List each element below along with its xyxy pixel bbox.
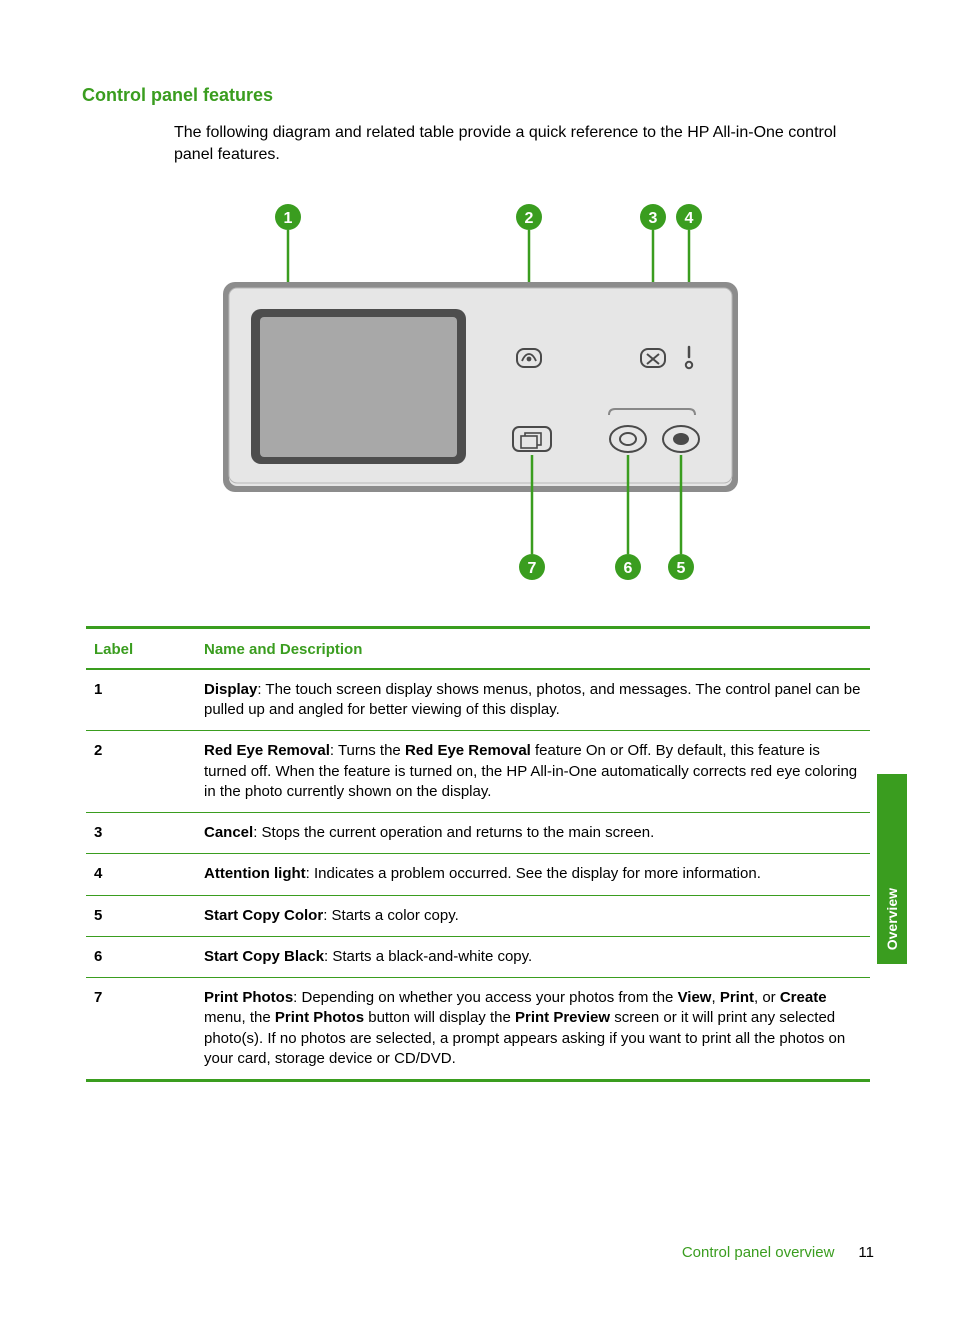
svg-text:4: 4 [685,210,694,227]
svg-text:3: 3 [649,210,658,227]
section-intro: The following diagram and related table … [174,122,874,167]
svg-text:6: 6 [624,560,633,577]
footer-title: Control panel overview [682,1244,835,1261]
table-row: 1 Display: The touch screen display show… [86,669,870,731]
table-row: 3 Cancel: Stops the current operation an… [86,813,870,854]
section-heading: Control panel features [82,85,874,106]
features-table: Label Name and Description 1 Display: Th… [86,626,870,1082]
table-row: 7 Print Photos: Depending on whether you… [86,978,870,1081]
side-chapter-tab: Overview [877,774,907,964]
table-row: 2 Red Eye Removal: Turns the Red Eye Rem… [86,731,870,813]
header-desc: Name and Description [196,627,870,669]
svg-text:1: 1 [284,210,293,227]
svg-text:5: 5 [677,560,686,577]
table-row: 6 Start Copy Black: Starts a black-and-w… [86,936,870,977]
header-label: Label [86,627,196,669]
svg-text:7: 7 [528,560,537,577]
svg-text:2: 2 [525,210,534,227]
control-panel-diagram: 1 2 3 4 [82,197,874,592]
table-row: 4 Attention light: Indicates a problem o… [86,854,870,895]
page-footer: Control panel overview 11 [0,1244,954,1261]
page-number: 11 [858,1244,874,1261]
table-row: 5 Start Copy Color: Starts a color copy. [86,895,870,936]
